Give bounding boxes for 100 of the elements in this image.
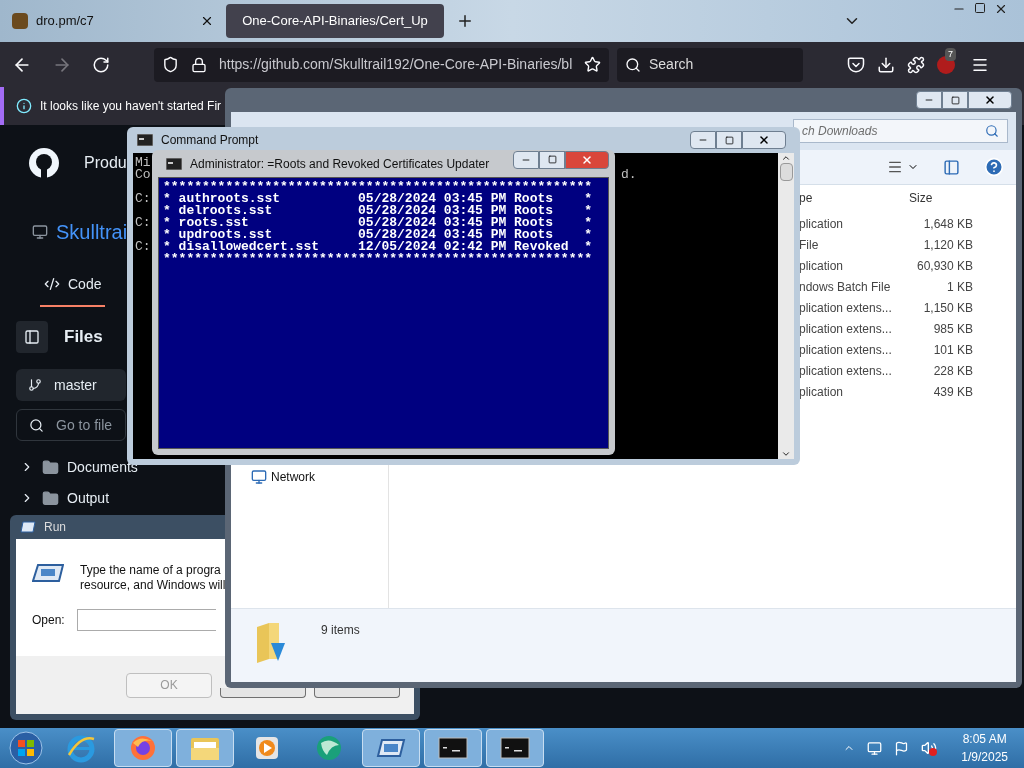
close-button[interactable] [742, 131, 786, 149]
tree-item[interactable]: Output [16, 488, 110, 508]
type-cell-text: plication extens... [799, 299, 893, 317]
size-cell-text: 985 KB [932, 320, 973, 338]
console-line: d. [621, 169, 637, 181]
minimize-button[interactable] [690, 131, 716, 149]
new-tab-icon[interactable] [456, 12, 474, 30]
fox-globe-icon[interactable] [128, 733, 158, 763]
repo-tab[interactable]: Code [40, 263, 106, 307]
close-icon[interactable] [994, 2, 1008, 16]
console-line: ******************************************************* [163, 181, 594, 193]
size-cell-text: 1,120 KB [922, 236, 973, 254]
tree-item[interactable]: Documents [16, 457, 138, 477]
help-icon[interactable] [984, 157, 1004, 177]
go-to-file-field[interactable]: Go to file [16, 409, 126, 441]
console-line: C: [135, 241, 151, 253]
repo-name[interactable]: Skulltrai [56, 217, 128, 247]
type-cell-text: plication [799, 257, 845, 275]
minimize-button[interactable] [916, 91, 942, 109]
search-icon [625, 56, 641, 73]
column-header[interactable]: Size [909, 189, 933, 207]
close-tab-icon[interactable] [200, 14, 214, 28]
panel-toggle-button[interactable] [16, 321, 48, 353]
status-text: 9 items [321, 622, 360, 639]
scroll-up-icon[interactable] [781, 153, 791, 163]
terminal-icon [166, 157, 182, 170]
type-cell-text: plication [799, 383, 845, 401]
console-line: Mi [135, 157, 151, 169]
maximize-icon [547, 155, 557, 164]
type-cell-text: ndows Batch File [799, 278, 892, 296]
window-icon [32, 563, 64, 583]
open-field[interactable] [76, 609, 216, 631]
maximize-button[interactable] [539, 150, 565, 169]
network-icon[interactable] [867, 740, 883, 756]
window-icon[interactable] [376, 736, 406, 760]
terminal-icon[interactable] [438, 736, 468, 760]
play-icon[interactable] [253, 734, 281, 762]
dialog-title: Run [44, 519, 66, 536]
nav-link[interactable]: Produ [84, 151, 127, 175]
restore-icon[interactable] [974, 2, 986, 14]
minimize-button[interactable] [513, 150, 539, 169]
shield-icon [162, 56, 179, 73]
dialog-button[interactable] [314, 688, 400, 698]
octocat-icon[interactable] [28, 147, 60, 179]
view-options-icon[interactable] [887, 159, 903, 175]
column-header[interactable]: pe [799, 189, 909, 207]
search-field[interactable]: ch Downloads [793, 119, 1008, 143]
scroll-thumb[interactable] [779, 163, 793, 181]
browser-tab[interactable]: One-Core-API-Binaries/Cert_Up [226, 4, 444, 38]
url-text: https://github.com/Skulltrail192/One-Core-API-Binaries/bl [219, 55, 572, 74]
search-icon [29, 417, 44, 433]
panel-icon [24, 329, 40, 345]
folder-icon [42, 458, 59, 476]
pocket-icon[interactable] [847, 55, 865, 74]
address-bar[interactable]: https://github.com/Skulltrail192/One-Core-API-Binaries/bl [154, 47, 609, 82]
terminal-icon[interactable] [500, 736, 530, 760]
console-line: Co [135, 169, 151, 181]
search-field[interactable]: Search [617, 47, 803, 82]
preview-pane-icon[interactable] [943, 158, 960, 176]
maximize-button[interactable] [942, 91, 968, 109]
puzzle-icon[interactable] [907, 55, 925, 74]
scroll-down-icon[interactable] [781, 449, 791, 459]
scrollbar[interactable] [778, 153, 794, 459]
taskbar-button[interactable] [424, 729, 482, 767]
close-button[interactable] [968, 91, 1012, 109]
size-cell-text: 439 KB [932, 383, 973, 401]
clock-date[interactable]: 1/9/2025 [961, 748, 1008, 766]
dialog-button[interactable] [220, 688, 306, 698]
download-icon[interactable] [877, 55, 895, 74]
flag-icon[interactable] [894, 740, 910, 756]
close-icon [581, 153, 593, 166]
maximize-button[interactable] [716, 131, 742, 149]
open-label: Open: [32, 612, 65, 629]
size-cell-text: 1,648 KB [922, 215, 973, 233]
browser-e-icon[interactable] [66, 733, 96, 763]
browser-tab[interactable]: dro.pm/c7 [4, 4, 222, 38]
tab-title: dro.pm/c7 [36, 12, 95, 31]
clock-time[interactable]: 8:05 AM [962, 730, 1007, 748]
console-line: C: [135, 217, 151, 229]
console-line: * disallowedcert.sst 12/05/2024 02:42 PM Revoked * [163, 241, 594, 253]
size-cell-text: 60,930 KB [915, 257, 973, 275]
type-cell-text: plication extens... [799, 341, 893, 359]
code-icon [44, 276, 60, 292]
window-title: Command Prompt [161, 132, 260, 149]
branch-button[interactable]: master [16, 369, 126, 401]
console-line: * roots.sst 05/28/2024 03:45 PM Roots * [163, 217, 594, 229]
close-icon [758, 134, 770, 146]
folder-icon [42, 489, 59, 507]
close-button[interactable] [565, 150, 609, 169]
console-line: C: [135, 193, 151, 205]
type-cell-text: File [799, 236, 820, 254]
nav-item[interactable]: Network [271, 468, 315, 486]
reload-icon[interactable] [92, 55, 110, 74]
bookmark-star-icon[interactable] [584, 56, 601, 73]
type-cell-text: plication extens... [799, 362, 893, 380]
taskbar-button[interactable] [486, 729, 544, 767]
type-cell-text: plication extens... [799, 320, 893, 338]
dialog-text: Type the name of a progra [80, 563, 222, 578]
network-icon [251, 469, 267, 485]
info-icon [16, 98, 32, 114]
